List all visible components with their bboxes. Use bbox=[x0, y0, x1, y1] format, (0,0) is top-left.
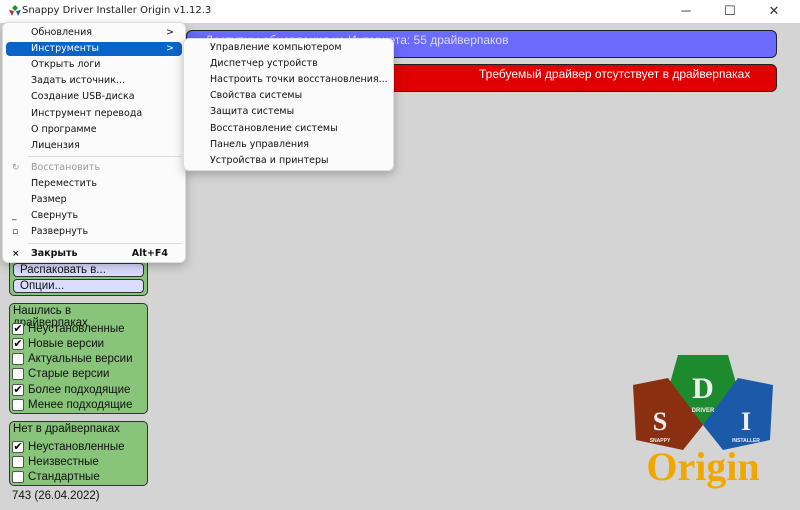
checkbox-label: Неустановленные bbox=[28, 322, 125, 335]
checkbox[interactable] bbox=[12, 471, 24, 484]
extract-button[interactable]: Распаковать в... bbox=[13, 263, 144, 277]
logo-driver: DRIVER bbox=[692, 408, 715, 414]
app-icon[interactable] bbox=[9, 5, 21, 17]
filter-checkbox[interactable]: Актуальные версии bbox=[12, 352, 133, 367]
close-window-button[interactable]: ✕ bbox=[752, 0, 796, 23]
menu-item-label: Размер bbox=[31, 194, 67, 206]
maximize-button[interactable]: ☐ bbox=[708, 0, 752, 23]
close-icon: × bbox=[12, 249, 20, 259]
menu-item-label: Инструмент перевода bbox=[31, 107, 143, 119]
menu-item[interactable]: ▫ Развернуть bbox=[6, 225, 182, 239]
menu-item[interactable]: Открыть логи bbox=[6, 58, 182, 72]
logo-d: D bbox=[692, 372, 714, 405]
menu-item[interactable]: Задать источник... bbox=[6, 74, 182, 88]
menu-item-label: Развернуть bbox=[31, 226, 89, 238]
window-title: Snappy Driver Installer Origin v1.12.3 bbox=[22, 5, 212, 16]
menu-item[interactable]: Создание USB-диска bbox=[6, 90, 182, 104]
checkbox-label: Актуальные версии bbox=[28, 353, 133, 366]
sdi-origin-logo: D DRIVER S SNAPPY I INSTALLER Origin bbox=[633, 355, 773, 489]
submenu-item[interactable]: Свойства системы bbox=[187, 89, 390, 103]
menu-item[interactable]: Лицензия bbox=[6, 139, 182, 153]
menu-item[interactable]: Обновления > bbox=[6, 26, 182, 40]
filter-checkbox[interactable]: Стандартные bbox=[12, 470, 100, 485]
notfound-filter-panel: Нет в драйверпаках ✔ Неустановленные Неизв… bbox=[9, 421, 148, 486]
menu-item-label: Свернуть bbox=[31, 210, 79, 222]
menu-item-label: Переместить bbox=[31, 178, 97, 190]
checkbox-label: Более подходящие bbox=[28, 383, 131, 396]
checkbox-label: Неустановленные bbox=[28, 440, 125, 453]
filter-checkbox[interactable]: Менее подходящие bbox=[12, 398, 133, 413]
menu-item-label: О программе bbox=[31, 123, 97, 135]
menu-item-label: Восстановить bbox=[31, 162, 101, 173]
checkbox[interactable]: ✔ bbox=[12, 322, 24, 335]
filter-checkbox[interactable]: ✔ Более подходящие bbox=[12, 382, 130, 397]
menu-item-label: Обновления bbox=[31, 27, 92, 38]
menu-separator bbox=[28, 243, 182, 244]
submenu-item[interactable]: Настроить точки восстановления... bbox=[187, 73, 390, 87]
menu-item-label: Создание USB-диска bbox=[31, 91, 135, 103]
missing-driver-text: Требуемый драйвер отсутствует в драйверп… bbox=[479, 67, 751, 81]
minimize-icon: _ bbox=[12, 211, 17, 222]
notfound-panel-title: Нет в драйверпаках bbox=[13, 423, 120, 435]
menu-item-label: Открыть логи bbox=[31, 59, 101, 71]
menu-separator bbox=[28, 156, 182, 157]
restore-icon: ↻ bbox=[12, 163, 20, 173]
filter-checkbox[interactable]: ✔ Новые версии bbox=[12, 336, 104, 351]
menu-item-close[interactable]: × Закрыть Alt+F4 bbox=[6, 247, 182, 261]
checkbox[interactable]: ✔ bbox=[12, 440, 24, 453]
checkbox[interactable] bbox=[12, 368, 24, 381]
system-menu: Обновления > Инструменты > Открыть логи Задат… bbox=[2, 22, 186, 263]
menu-item[interactable]: Инструмент перевода bbox=[6, 107, 182, 121]
logo-i: I bbox=[741, 407, 751, 436]
menu-item-label: Инструменты bbox=[31, 43, 99, 55]
filter-checkbox[interactable]: Неизвестные bbox=[12, 454, 99, 469]
filter-checkbox[interactable]: ✔ Неустановленные bbox=[12, 321, 125, 336]
submenu-item[interactable]: Устройства и принтеры bbox=[187, 154, 390, 168]
checkbox-label: Старые версии bbox=[28, 368, 110, 381]
submenu-item[interactable]: Диспетчер устройств bbox=[187, 57, 390, 71]
menu-item-label: Лицензия bbox=[31, 139, 80, 151]
checkbox[interactable]: ✔ bbox=[12, 383, 24, 396]
submenu-item[interactable]: Восстановление системы bbox=[187, 122, 390, 136]
maximize-icon: ▫ bbox=[12, 227, 19, 238]
checkbox-label: Новые версии bbox=[28, 337, 105, 350]
menu-item[interactable]: Размер bbox=[6, 193, 182, 207]
shortcut-label: Alt+F4 bbox=[131, 248, 168, 259]
title-bar: Snappy Driver Installer Origin v1.12.3 ─… bbox=[0, 0, 800, 23]
checkbox[interactable] bbox=[12, 399, 24, 411]
minimize-button[interactable]: ─ bbox=[664, 0, 708, 23]
checkbox[interactable]: ✔ bbox=[12, 337, 24, 350]
checkbox[interactable] bbox=[12, 353, 24, 366]
logo-s: S bbox=[653, 407, 667, 436]
menu-item[interactable]: Инструменты > bbox=[6, 42, 182, 57]
version-label: 743 (26.04.2022) bbox=[12, 490, 100, 502]
submenu-item[interactable]: Защита системы bbox=[187, 105, 390, 119]
filter-checkbox[interactable]: Старые версии bbox=[12, 367, 109, 382]
checkbox-label: Неизвестные bbox=[28, 455, 99, 468]
logo-origin: Origin bbox=[646, 444, 759, 489]
checkbox-label: Менее подходящие bbox=[28, 399, 133, 411]
chevron-right-icon: > bbox=[166, 27, 174, 38]
submenu-item[interactable]: Управление компьютером bbox=[187, 41, 390, 55]
found-filter-panel: Нашлись в драйверпаках ✔ Неустановленные ✔… bbox=[9, 303, 148, 414]
checkbox-label: Стандартные bbox=[28, 471, 100, 484]
menu-item[interactable]: _ Свернуть bbox=[6, 209, 182, 223]
menu-item-label: Задать источник... bbox=[31, 75, 125, 87]
checkbox[interactable] bbox=[12, 455, 24, 468]
submenu-item[interactable]: Панель управления bbox=[187, 138, 390, 152]
menu-item[interactable]: Переместить bbox=[6, 177, 182, 191]
options-button[interactable]: Опции... bbox=[13, 279, 144, 293]
menu-item[interactable]: О программе bbox=[6, 123, 182, 137]
menu-item-label: Закрыть bbox=[31, 248, 78, 259]
tools-submenu: Управление компьютером Диспетчер устройст… bbox=[183, 38, 394, 171]
menu-item[interactable]: ↻ Восстановить bbox=[6, 161, 182, 175]
filter-checkbox[interactable]: ✔ Неустановленные bbox=[12, 439, 125, 454]
chevron-right-icon: > bbox=[166, 43, 174, 55]
